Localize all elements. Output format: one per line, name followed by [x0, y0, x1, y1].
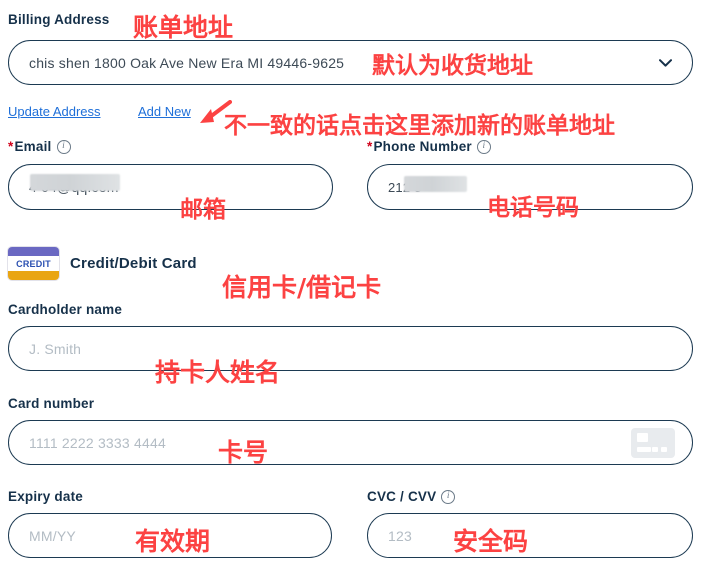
email-label: * Email i — [8, 139, 71, 154]
badge-top-stripe — [8, 247, 59, 256]
card-line-glyph-1 — [637, 447, 651, 452]
annotation-add-new-hint: 不一致的话点击这里添加新的账单地址 — [224, 113, 615, 139]
billing-address-label: Billing Address — [8, 12, 110, 27]
card-number-placeholder: 1111 2222 3333 4444 — [29, 434, 166, 451]
info-icon[interactable]: i — [56, 139, 71, 154]
cardholder-name-input[interactable]: J. Smith — [8, 326, 693, 371]
card-chip-glyph — [637, 433, 648, 442]
cvc-label-text: CVC / CVV — [367, 489, 437, 504]
card-brand-placeholder-icon — [631, 428, 675, 458]
cvc-label: CVC / CVV i — [367, 489, 456, 504]
annotation-expiry: 有效期 — [135, 527, 211, 556]
billing-address-select[interactable]: chis shen 1800 Oak Ave New Era MI 49446-… — [8, 40, 693, 85]
card-line-glyph-3 — [661, 447, 667, 452]
card-number-label-text: Card number — [8, 396, 95, 411]
annotation-credit-debit: 信用卡/借记卡 — [222, 273, 382, 302]
expiry-date-label-text: Expiry date — [8, 489, 83, 504]
email-required-marker: * — [8, 139, 14, 154]
credit-debit-card-title: Credit/Debit Card — [70, 255, 197, 272]
chevron-down-icon[interactable] — [659, 58, 672, 67]
add-new-address-link[interactable]: Add New — [138, 104, 191, 119]
annotation-email: 邮箱 — [180, 197, 226, 223]
phone-label: * Phone Number i — [367, 139, 491, 154]
card-number-label: Card number — [8, 396, 94, 411]
expiry-date-label: Expiry date — [8, 489, 83, 504]
annotation-card-number: 卡号 — [218, 438, 269, 467]
annotation-phone: 电话号码 — [487, 195, 579, 221]
credit-card-badge-icon: CREDIT — [8, 247, 59, 280]
badge-bottom-stripe — [8, 271, 59, 280]
update-address-link[interactable]: Update Address — [8, 104, 101, 119]
billing-address-label-text: Billing Address — [8, 12, 110, 27]
annotation-cvc: 安全码 — [453, 527, 529, 556]
annotation-billing-address: 账单地址 — [133, 13, 234, 42]
info-icon[interactable]: i — [476, 139, 491, 154]
phone-label-text: Phone Number — [373, 139, 472, 154]
expiry-date-placeholder: MM/YY — [29, 527, 76, 544]
card-line-glyph-2 — [652, 447, 658, 452]
billing-address-value: chis shen 1800 Oak Ave New Era MI 49446-… — [29, 54, 345, 71]
cvc-input[interactable]: 123 — [367, 513, 693, 558]
phone-required-marker: * — [367, 139, 373, 154]
phone-redaction-block — [404, 176, 467, 192]
email-redaction-block — [30, 174, 120, 191]
cardholder-name-label: Cardholder name — [8, 302, 122, 317]
cvc-placeholder: 123 — [388, 527, 412, 544]
badge-text: CREDIT — [8, 256, 59, 271]
email-label-text: Email — [14, 139, 52, 154]
cardholder-name-placeholder: J. Smith — [29, 340, 82, 357]
checkout-payment-form: Billing Address 账单地址 chis shen 1800 Oak … — [0, 0, 703, 565]
annotation-cardholder: 持卡人姓名 — [155, 358, 281, 387]
info-icon[interactable]: i — [441, 489, 456, 504]
card-number-input[interactable]: 1111 2222 3333 4444 — [8, 420, 693, 465]
cardholder-name-label-text: Cardholder name — [8, 302, 123, 317]
annotation-default-shipping: 默认为收货地址 — [372, 53, 533, 79]
